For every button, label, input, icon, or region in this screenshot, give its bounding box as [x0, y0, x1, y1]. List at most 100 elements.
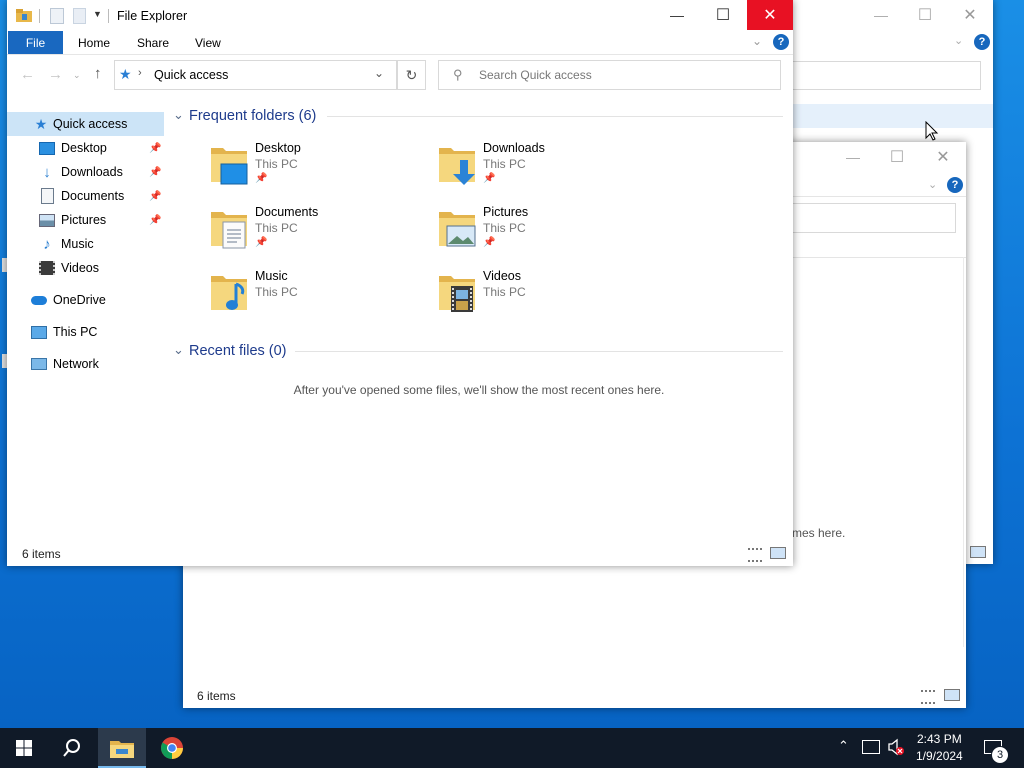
help-icon[interactable]: ?	[773, 34, 789, 50]
tab-view[interactable]: View	[195, 36, 221, 50]
pin-icon[interactable]: 📌	[149, 215, 161, 226]
recent-locations-icon[interactable]: ⌄	[73, 70, 81, 81]
tab-home[interactable]: Home	[78, 36, 110, 50]
help-icon[interactable]: ?	[947, 177, 963, 193]
clock-time[interactable]: 2:43 PM	[917, 732, 962, 746]
sidebar-item-pictures[interactable]: Pictures 📌	[7, 208, 163, 232]
taskbar-file-explorer[interactable]	[98, 728, 146, 768]
properties-icon[interactable]	[50, 8, 64, 24]
close-button[interactable]: ✕	[747, 0, 793, 30]
sidebar-item-this-pc[interactable]: This PC	[7, 320, 163, 344]
notification-center[interactable]: 3	[976, 728, 1024, 768]
navigation-pane: ★ Quick access Desktop 📌 ↓ Downloads 📌 D…	[7, 102, 164, 542]
network-icon	[31, 356, 47, 372]
search-button[interactable]	[48, 728, 96, 768]
minimize-button[interactable]: —	[830, 142, 876, 172]
minimize-button[interactable]: —	[654, 0, 700, 30]
pin-icon[interactable]: 📌	[483, 237, 495, 248]
folder-location: This PC	[483, 285, 526, 299]
folder-tile-pictures[interactable]: Pictures This PC 📌	[437, 204, 657, 262]
sidebar-item-label: Quick access	[53, 117, 128, 131]
view-toggle[interactable]	[970, 546, 986, 558]
onedrive-icon	[31, 292, 47, 308]
sidebar-item-downloads[interactable]: ↓ Downloads 📌	[7, 160, 163, 184]
tiles-view-icon[interactable]	[770, 547, 786, 559]
folder-tile-music[interactable]: Music This PC	[209, 268, 429, 326]
folder-name: Music	[255, 269, 288, 283]
file-explorer-window[interactable]: ▼ File Explorer — ☐ ✕ File Home Share Vi…	[7, 0, 793, 566]
search-input[interactable]: ⚲ Search Quick access	[438, 60, 781, 90]
pictures-folder-icon	[437, 206, 477, 250]
details-view-icon[interactable]	[921, 690, 935, 704]
pin-icon[interactable]: 📌	[255, 237, 267, 248]
notification-badge: 3	[991, 746, 1009, 764]
taskbar-chrome[interactable]	[148, 728, 196, 768]
folder-name: Downloads	[483, 141, 545, 155]
sidebar-item-label: Videos	[61, 261, 99, 275]
customize-toolbar-icon[interactable]: ▼	[93, 9, 102, 19]
start-button[interactable]	[0, 728, 48, 768]
search-icon	[63, 739, 80, 757]
maximize-button[interactable]: ☐	[902, 0, 948, 30]
frequent-folders-chevron-icon[interactable]: ⌄	[173, 107, 184, 123]
sidebar-item-quick-access[interactable]: ★ Quick access	[7, 112, 164, 136]
close-button[interactable]: ✕	[920, 142, 966, 172]
sidebar-item-videos[interactable]: Videos	[7, 256, 163, 280]
maximize-button[interactable]: ☐	[874, 142, 920, 172]
network-status-icon[interactable]	[862, 740, 880, 754]
clock-date[interactable]: 1/9/2024	[916, 749, 963, 763]
help-icon[interactable]: ?	[974, 34, 990, 50]
minimize-button[interactable]: —	[858, 0, 904, 30]
forward-arrow-icon[interactable]: →	[48, 66, 63, 83]
sidebar-item-label: Desktop	[61, 141, 107, 155]
sidebar-item-network[interactable]: Network	[7, 352, 163, 376]
recent-files-chevron-icon[interactable]: ⌄	[173, 342, 184, 358]
music-folder-icon	[209, 270, 249, 314]
section-divider	[295, 351, 783, 352]
folder-tile-documents[interactable]: Documents This PC 📌	[209, 204, 429, 262]
back-arrow-icon[interactable]: ←	[20, 66, 35, 83]
chevron-down-icon[interactable]: ⌄	[928, 178, 937, 191]
up-arrow-icon[interactable]: ↑	[94, 65, 102, 82]
sidebar-item-label: Network	[53, 357, 99, 371]
desktop-icon	[39, 140, 55, 156]
recent-empty-text: mes here.	[792, 526, 846, 540]
windows-logo-icon	[16, 740, 32, 756]
window-title: File Explorer	[117, 9, 188, 23]
refresh-button[interactable]: ↻	[397, 60, 426, 90]
sidebar-item-music[interactable]: ♪ Music	[7, 232, 163, 256]
close-button[interactable]: ✕	[947, 0, 993, 30]
folder-tile-desktop[interactable]: Desktop This PC 📌	[209, 140, 429, 198]
chevron-down-icon[interactable]: ⌄	[954, 34, 963, 47]
search-box[interactable]	[790, 61, 981, 90]
sidebar-item-documents[interactable]: Documents 📌	[7, 184, 163, 208]
folder-tile-downloads[interactable]: Downloads This PC 📌	[437, 140, 657, 198]
pin-icon[interactable]: 📌	[149, 143, 161, 154]
frequent-folders-header[interactable]: Frequent folders (6)	[189, 108, 316, 124]
show-hidden-icons-icon[interactable]: ⌃	[838, 738, 849, 754]
documents-icon	[39, 188, 55, 204]
tab-file[interactable]: File	[8, 31, 63, 54]
tiles-view-icon[interactable]	[944, 689, 960, 701]
pin-icon[interactable]: 📌	[149, 167, 161, 178]
maximize-button[interactable]: ☐	[700, 0, 746, 30]
pin-icon[interactable]: 📌	[149, 191, 161, 202]
new-folder-icon[interactable]	[73, 8, 86, 24]
sidebar-item-onedrive[interactable]: OneDrive	[7, 288, 163, 312]
recent-files-header[interactable]: Recent files (0)	[189, 343, 287, 359]
tab-share[interactable]: Share	[137, 36, 169, 50]
sidebar-item-label: Documents	[61, 189, 125, 203]
folder-tile-videos[interactable]: Videos This PC	[437, 268, 657, 326]
folder-app-icon	[16, 9, 32, 22]
search-box[interactable]	[792, 203, 956, 233]
details-view-icon[interactable]	[748, 548, 762, 562]
expand-ribbon-icon[interactable]: ⌄	[752, 34, 762, 48]
pin-icon[interactable]: 📌	[483, 173, 495, 184]
volume-muted-icon[interactable]	[887, 738, 905, 759]
pin-icon[interactable]: 📌	[255, 173, 267, 184]
sidebar-item-desktop[interactable]: Desktop 📌	[7, 136, 163, 160]
sidebar-item-label: Music	[61, 237, 94, 251]
address-dropdown-icon[interactable]: ⌄	[374, 66, 384, 80]
address-bar[interactable]: ★ › Quick access ⌄	[114, 60, 397, 90]
title-bar[interactable]: ▼ File Explorer — ☐ ✕	[7, 0, 793, 30]
